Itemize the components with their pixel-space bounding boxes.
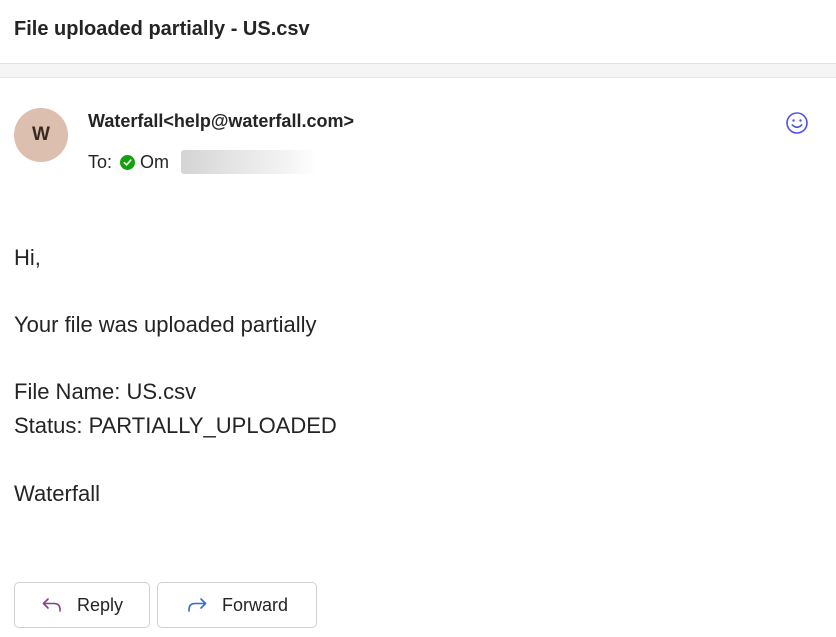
reply-button[interactable]: Reply: [14, 582, 150, 628]
body-status: Status: PARTIALLY_UPLOADED: [14, 413, 337, 438]
subject-bar: File uploaded partially - US.csv: [0, 0, 836, 64]
forward-arrow-icon: [188, 598, 207, 612]
email-subject: File uploaded partially - US.csv: [14, 18, 310, 40]
forward-label: Forward: [221, 594, 288, 615]
header-divider: [0, 64, 836, 78]
reply-label: Reply: [76, 594, 124, 615]
redaction-blur: [181, 150, 316, 174]
available-check-icon: [120, 154, 136, 170]
body-message: Your file was uploaded partially: [14, 312, 317, 337]
forward-button[interactable]: Forward: [157, 582, 317, 628]
to-label: To:: [88, 151, 113, 172]
body-signature: Waterfall: [14, 481, 100, 506]
reply-arrow-icon: [42, 598, 61, 612]
smiley-icon[interactable]: [784, 110, 810, 136]
recipient-line: To: Om: [88, 150, 169, 174]
body-greeting: Hi,: [14, 245, 41, 270]
recipient-name[interactable]: Om: [140, 152, 169, 173]
sender-avatar[interactable]: W: [14, 108, 68, 162]
avatar-initial: W: [32, 124, 50, 145]
body-file-name: File Name: US.csv: [14, 379, 197, 404]
sender-name[interactable]: Waterfall<help@waterfall.com>: [88, 111, 354, 132]
